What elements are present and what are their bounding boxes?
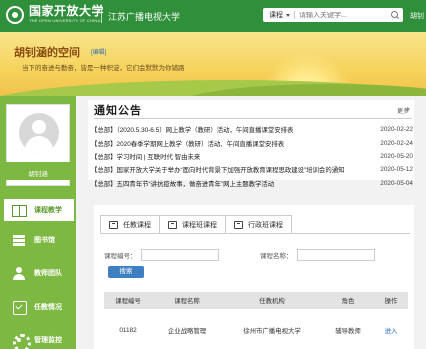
- column-header: 操作: [384, 298, 398, 305]
- space-motto: 当下的奋进与勤奋，皆是一种积淀，它们会默默为你铺路: [22, 65, 185, 72]
- search-category-select[interactable]: 课程: [263, 8, 290, 22]
- course-code-cell: 01182: [119, 327, 137, 334]
- tab-label: 任教课程: [123, 222, 151, 229]
- logo-subtitle: THE OPEN UNIVERSITY OF CHINA: [29, 18, 101, 23]
- logo-title: 国家开放大学: [29, 4, 105, 18]
- org-cell: 徐州市广播电视大学: [243, 328, 301, 335]
- column-header: 课程编号: [115, 298, 141, 305]
- tab-label: 行政班课程: [248, 222, 283, 229]
- header-divider: [101, 9, 102, 23]
- search-button[interactable]: 搜索: [108, 266, 144, 278]
- sidebar-item-teacher-team[interactable]: 教师团队: [4, 262, 74, 284]
- course-code-label: 课程编号：: [104, 253, 137, 260]
- space-banner: 胡钊涵的空间 [编辑] 当下的奋进与勤奋，皆是一种积淀，它们会默默为你铺路: [0, 32, 426, 96]
- edit-link[interactable]: [编辑]: [91, 47, 106, 56]
- notice-item[interactable]: 【总部】五四青年节“讲抗疫故事，做奋进青年”网上主题教学活动 2020-05-0…: [91, 177, 413, 190]
- avatar[interactable]: [19, 113, 59, 153]
- sidebar-item-monitoring[interactable]: 管理监控: [4, 329, 74, 349]
- notice-list: 【总部】（2020.5.30-6.5）网上教学（教研）活动，午间直播课堂安排表 …: [91, 123, 413, 190]
- notice-link[interactable]: 【总部】学习时间 | 互联时代 智由未来: [91, 152, 373, 161]
- sidebar-item-label: 管理监控: [34, 337, 62, 344]
- course-tabs: 任教课程 课程班课程 行政班课程: [100, 215, 292, 234]
- course-name-label: 课程名称：: [260, 253, 293, 260]
- notice-item[interactable]: 【总部】国家开放大学关于举办“面向时代背景下加强开放教育课程思政建设”培训会的通…: [91, 163, 413, 176]
- chevron-right-icon[interactable]: [407, 107, 410, 111]
- sidebar-item-label: 图书馆: [34, 237, 55, 244]
- column-header: 课程名称: [174, 298, 200, 305]
- notice-date: 2020-02-22: [380, 126, 413, 134]
- sidebar-item-library[interactable]: 图书馆: [4, 229, 74, 251]
- notice-item[interactable]: 【总部】（2020.5.30-6.5）网上教学（教研）活动，午间直播课堂安排表 …: [91, 123, 413, 136]
- calendar-icon: [168, 221, 177, 229]
- sidebar-item-label: 教师团队: [34, 270, 62, 277]
- divider: [94, 118, 412, 119]
- chevron-down-icon: [286, 13, 290, 17]
- tab-admin-class-courses[interactable]: 行政班课程: [226, 215, 292, 234]
- user-name: 胡钊涵: [28, 171, 48, 178]
- table-header: 课程编号 课程名称 任教机构 角色 操作: [104, 292, 408, 309]
- column-header: 任教机构: [259, 298, 285, 305]
- gear-icon: [12, 333, 31, 349]
- notice-link[interactable]: 【总部】（2020.5.30-6.5）网上教学（教研）活动，午间直播课堂安排表: [91, 125, 373, 134]
- notice-panel: 通知公告 更多 【总部】（2020.5.30-6.5）网上教学（教研）活动，午间…: [88, 100, 414, 188]
- library-icon: [12, 233, 26, 247]
- logo-emblem-icon: [6, 5, 24, 24]
- calendar-icon: [109, 221, 118, 229]
- notice-date: 2020-05-12: [380, 166, 413, 174]
- role-cell: 辅导教师: [335, 328, 361, 335]
- search-divider: [294, 11, 295, 19]
- org-name: 江苏广播电视大学: [108, 12, 181, 22]
- search-category-label: 课程: [269, 12, 283, 19]
- course-code-filter: 课程编号：: [104, 249, 219, 261]
- notice-date: 2020-05-04: [380, 179, 413, 187]
- sidebar-item-label: 课程教学: [34, 207, 62, 214]
- top-bar: 国家开放大学 THE OPEN UNIVERSITY OF CHINA 江苏广播…: [0, 0, 426, 32]
- tab-label: 课程班课程: [182, 222, 217, 229]
- sidebar-item-label: 任教情况: [34, 304, 62, 311]
- tasks-icon: [12, 300, 27, 315]
- course-name-input[interactable]: [296, 249, 375, 261]
- tab-class-courses[interactable]: 课程班课程: [160, 215, 226, 234]
- divider: [100, 233, 410, 234]
- course-code-input[interactable]: [140, 249, 219, 261]
- notice-date: 2020-05-20: [380, 152, 413, 160]
- table-row: 01182 企业战略管理 徐州市广播电视大学 辅导教师 进入: [104, 322, 408, 339]
- calendar-icon: [234, 221, 243, 229]
- enter-course-link[interactable]: 进入: [374, 326, 408, 335]
- notice-link[interactable]: 【总部】2020春季学期网上教学（教研）活动、午间直播课堂安排表: [91, 139, 373, 148]
- column-header: 角色: [341, 298, 355, 305]
- notice-link[interactable]: 【总部】国家开放大学关于举办“面向时代背景下加强开放教育课程思政建设”培训会的通…: [91, 165, 373, 174]
- university-logo[interactable]: 国家开放大学 THE OPEN UNIVERSITY OF CHINA: [6, 5, 104, 24]
- search-box: 课程: [263, 8, 403, 22]
- tab-teaching-courses[interactable]: 任教课程: [100, 215, 160, 234]
- search-input[interactable]: [299, 11, 375, 19]
- user-menu[interactable]: 胡钊: [410, 11, 424, 21]
- notice-item[interactable]: 【总部】学习时间 | 互联时代 智由未来 2020-05-20: [91, 150, 413, 163]
- notice-date: 2020-02-24: [380, 139, 413, 147]
- space-title: 胡钊涵的空间: [14, 47, 80, 59]
- sidebar-item-teaching-status[interactable]: 任教情况: [4, 296, 74, 318]
- notice-link[interactable]: 【总部】五四青年节“讲抗疫故事，做奋进青年”网上主题教学活动: [91, 179, 373, 188]
- course-name-cell: 企业战略管理: [167, 328, 207, 335]
- sidebar: 胡钊涵 课程教学 图书馆 教师团队 任教情况 管理监控: [0, 96, 76, 349]
- course-panel: 任教课程 课程班课程 行政班课程 课程编号： 课程名称： 搜索 课程编号 课程名…: [94, 205, 414, 349]
- course-name-filter: 课程名称：: [260, 249, 375, 261]
- notice-item[interactable]: 【总部】2020春季学期网上教学（教研）活动、午间直播课堂安排表 2020-02…: [91, 136, 413, 149]
- book-icon: [12, 203, 27, 217]
- sidebar-item-course-teaching[interactable]: 课程教学: [4, 199, 74, 221]
- notice-title: 通知公告: [94, 105, 142, 117]
- team-icon: [12, 266, 26, 280]
- search-icon[interactable]: [390, 10, 400, 20]
